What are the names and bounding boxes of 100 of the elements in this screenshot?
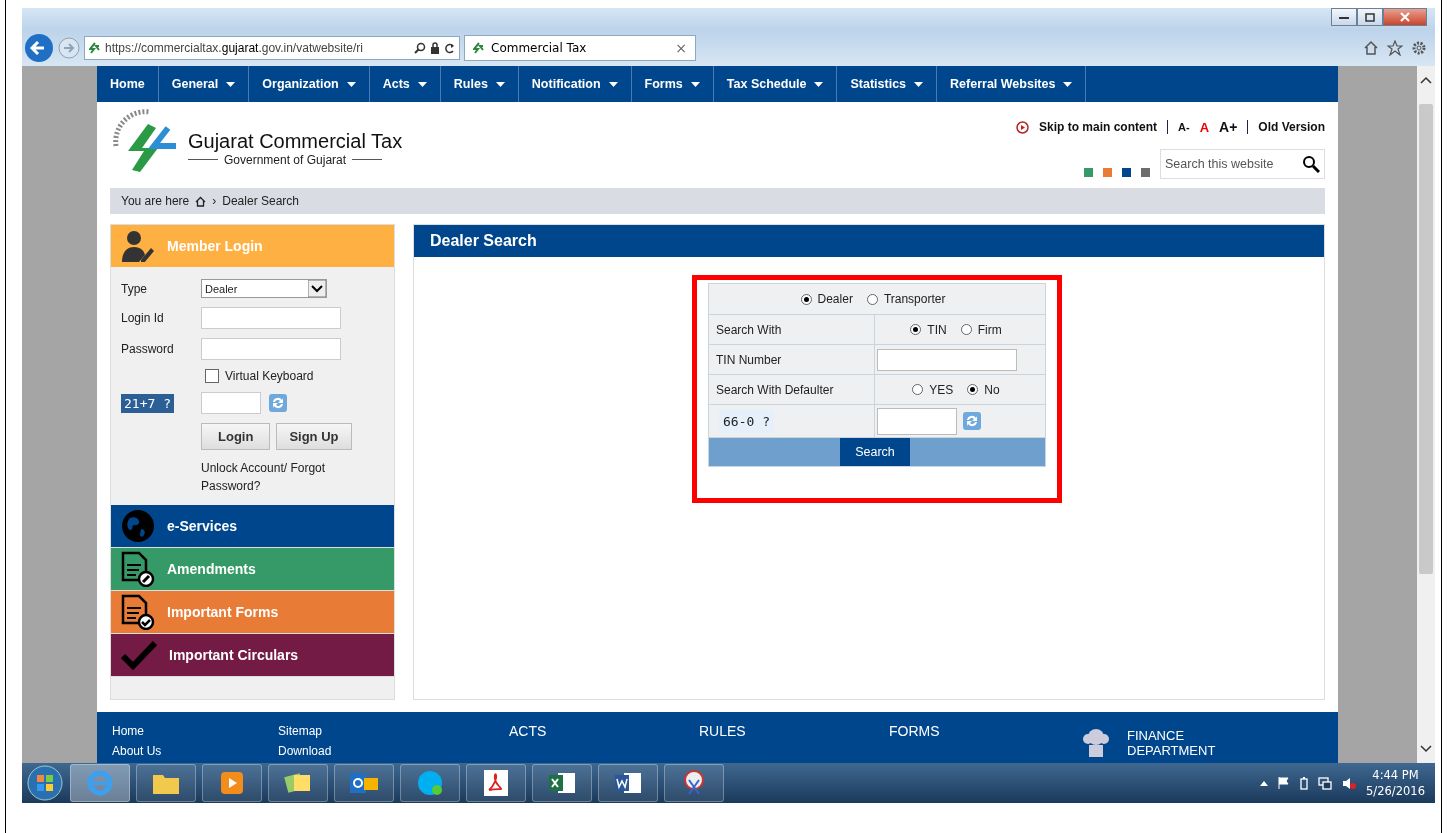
play-circle-icon — [1016, 120, 1029, 134]
nav-item[interactable]: Home — [97, 66, 159, 102]
nav-item[interactable]: Forms — [631, 66, 714, 102]
chevron-down-icon[interactable] — [1420, 745, 1432, 753]
user-edit-icon — [121, 230, 155, 262]
nav-item[interactable]: Referral Websites — [937, 66, 1087, 102]
home-icon[interactable] — [195, 195, 207, 207]
settings-icon[interactable] — [1411, 40, 1427, 56]
chevron-up-icon[interactable] — [1260, 780, 1269, 786]
footer-heading: FORMS — [889, 723, 940, 739]
chevron-up-icon[interactable] — [1420, 76, 1432, 84]
captcha-field[interactable] — [201, 392, 261, 414]
captcha-image: 21+7 ? — [121, 393, 174, 413]
chat-icon[interactable] — [417, 770, 443, 796]
theme-swatch[interactable] — [1122, 168, 1131, 177]
flag-icon[interactable] — [1278, 777, 1291, 789]
radio-button[interactable] — [912, 384, 924, 395]
font-size-link[interactable]: A — [1199, 119, 1209, 135]
search-button[interactable]: Search — [840, 438, 910, 466]
radio-label[interactable]: Firm — [977, 322, 1002, 337]
search-field[interactable]: Search this website — [1160, 149, 1325, 179]
nav-item[interactable]: Statistics — [837, 66, 938, 102]
footer-link[interactable]: About Us — [112, 744, 278, 758]
forgot-password-link[interactable]: Unlock Account/ Forgot Password? — [201, 459, 351, 495]
caret-icon — [226, 81, 236, 87]
back-icon[interactable] — [24, 33, 54, 63]
battery-icon[interactable] — [1300, 776, 1309, 790]
clock[interactable]: 4:44 PM 5/26/2016 — [1366, 768, 1425, 798]
skip-link[interactable]: Skip to main content — [1039, 120, 1157, 134]
sidebar-menu-item[interactable]: Important Circulars — [111, 634, 394, 677]
breadcrumb-current: Dealer Search — [222, 194, 299, 208]
radio-button[interactable] — [960, 324, 972, 335]
refresh-icon[interactable] — [444, 42, 455, 54]
document-icon[interactable] — [614, 771, 642, 795]
password-field[interactable] — [201, 338, 341, 360]
login-id-field[interactable] — [201, 307, 341, 329]
radio-button[interactable] — [866, 293, 878, 305]
notes-icon[interactable] — [284, 771, 312, 795]
radio-label[interactable]: YES — [929, 382, 954, 397]
mail-icon[interactable] — [349, 771, 379, 795]
nav-item[interactable]: Tax Schedule — [713, 66, 838, 102]
password-label: Password — [121, 342, 175, 356]
radio-button[interactable] — [910, 324, 922, 335]
nav-item[interactable]: General — [158, 66, 250, 102]
pdf-icon[interactable] — [484, 770, 508, 796]
radio-label[interactable]: Dealer — [817, 292, 853, 306]
footer-link[interactable]: Download — [278, 744, 509, 758]
nav-item[interactable]: Organization — [249, 66, 370, 102]
scrollbar[interactable] — [1417, 66, 1435, 763]
sign-up-button[interactable]: Sign Up — [276, 423, 352, 450]
login-title: Member Login — [167, 238, 263, 254]
breadcrumb-separator: › — [212, 194, 217, 208]
radio-label[interactable]: TIN — [927, 322, 947, 337]
radio-label[interactable]: Transporter — [883, 292, 946, 306]
old-version-link[interactable]: Old Version — [1258, 120, 1325, 134]
radio-label[interactable]: No — [984, 382, 1000, 397]
nav-item[interactable]: Notification — [518, 66, 632, 102]
address-bar[interactable]: https://commercialtax.gujarat.gov.in/vatwebsite/ri — [84, 36, 460, 60]
search-icon[interactable] — [1302, 155, 1320, 173]
form-label: TIN Number — [709, 345, 875, 374]
footer-link[interactable]: Sitemap — [278, 724, 509, 738]
radio-button[interactable] — [800, 293, 812, 305]
captcha-field[interactable] — [877, 407, 957, 435]
network-icon[interactable] — [1318, 776, 1333, 790]
checkbox-label[interactable]: Virtual Keyboard — [225, 369, 314, 383]
minimize-button[interactable] — [1331, 8, 1357, 26]
department-line: FINANCE — [1127, 727, 1186, 743]
theme-swatch[interactable] — [1141, 168, 1150, 177]
media-player-icon[interactable] — [221, 772, 243, 794]
footer-link[interactable]: Home — [112, 724, 278, 738]
maximize-button[interactable] — [1357, 8, 1383, 26]
search-icon[interactable] — [414, 42, 426, 54]
document-edit-icon — [121, 551, 155, 587]
site-logo-icon — [89, 42, 101, 54]
sidebar-menu-item[interactable]: Amendments — [111, 548, 394, 591]
font-size-link[interactable]: A+ — [1219, 119, 1238, 135]
tin-number-field[interactable] — [877, 348, 1017, 371]
speaker-muted-icon[interactable] — [1342, 776, 1357, 790]
caret-icon — [914, 81, 924, 87]
checkbox[interactable] — [205, 369, 219, 383]
sidebar-menu-item[interactable]: e-Services — [111, 505, 394, 548]
spreadsheet-icon[interactable] — [548, 771, 576, 795]
home-icon[interactable] — [1363, 40, 1379, 56]
nav-item[interactable]: Rules — [440, 66, 519, 102]
start-button[interactable] — [26, 764, 64, 802]
close-button[interactable] — [1383, 8, 1427, 26]
caret-icon — [346, 81, 356, 87]
checkmark-icon — [121, 640, 157, 670]
nav-item[interactable]: Acts — [369, 66, 441, 102]
type-select[interactable]: Dealer — [201, 279, 327, 298]
radio-button[interactable] — [967, 384, 979, 395]
theme-swatch[interactable] — [1103, 168, 1112, 177]
theme-swatch[interactable] — [1084, 168, 1093, 177]
star-icon[interactable] — [1387, 40, 1403, 56]
caret-icon — [417, 81, 427, 87]
caret-icon — [608, 81, 618, 87]
login-button[interactable]: Login — [201, 423, 271, 450]
browser-tab[interactable]: Commercial Tax × — [464, 35, 696, 61]
footer-heading: ACTS — [509, 723, 547, 739]
font-size-link[interactable]: A- — [1178, 121, 1190, 133]
